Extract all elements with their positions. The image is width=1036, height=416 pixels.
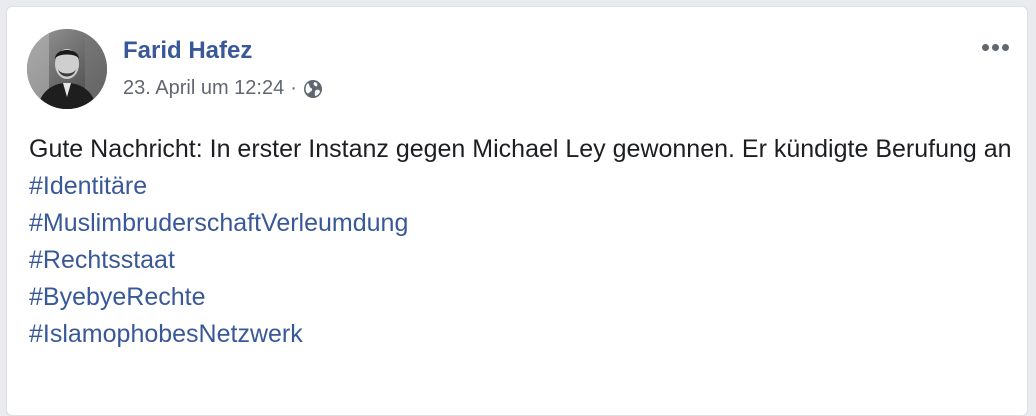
- hashtag-link[interactable]: #Rechtsstaat: [29, 242, 1019, 279]
- post-message: Gute Nachricht: In erster Instanz gegen …: [29, 135, 1012, 163]
- hashtag-link[interactable]: #IslamophobesNetzwerk: [29, 316, 1019, 353]
- more-dot: [1001, 43, 1009, 51]
- globe-icon[interactable]: [303, 79, 323, 99]
- hashtag-link[interactable]: #MuslimbruderschaftVerleumdung: [29, 205, 1019, 242]
- post-body: Gute Nachricht: In erster Instanz gegen …: [29, 131, 1019, 353]
- meta-separator: ·: [290, 77, 297, 99]
- more-options-icon[interactable]: [975, 35, 1015, 59]
- more-dot: [991, 43, 999, 51]
- post-timestamp[interactable]: 23. April um 12:24: [123, 77, 284, 100]
- post-meta: 23. April um 12:24 ·: [123, 77, 323, 100]
- hashtag-link[interactable]: #Identitäre: [29, 168, 1019, 205]
- post-card: Farid Hafez 23. April um 12:24 · Gute Na…: [6, 6, 1028, 416]
- profile-photo: [27, 29, 107, 109]
- author-name[interactable]: Farid Hafez: [123, 37, 252, 65]
- avatar[interactable]: [27, 29, 107, 109]
- hashtag-link[interactable]: #ByebyeRechte: [29, 279, 1019, 316]
- more-dot: [981, 43, 989, 51]
